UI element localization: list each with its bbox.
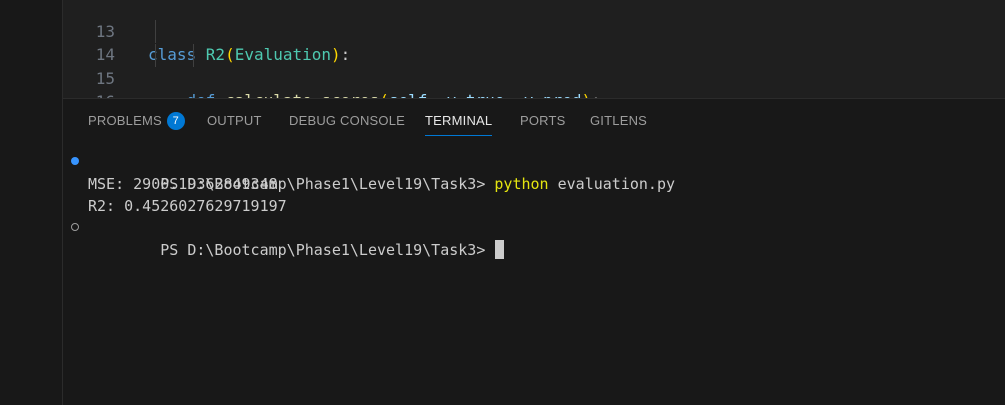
tab-debug-console-label: DEBUG CONSOLE: [289, 113, 406, 128]
problems-count-badge: 7: [166, 112, 185, 130]
code-token: ): [581, 91, 591, 98]
code-token: def: [187, 91, 226, 98]
code-line-14[interactable]: 14 def calculate_scores(self, y_true, y_…: [63, 20, 1005, 98]
tab-output[interactable]: OUTPUT: [207, 111, 262, 133]
terminal-line-command: PS D:\Bootcamp\Phase1\Level19\Task3> pyt…: [88, 151, 675, 193]
code-line-13[interactable]: 13 class R2(Evaluation):: [63, 0, 1005, 64]
code-line-16[interactable]: 16: [63, 67, 1005, 98]
code-token: (: [379, 91, 389, 98]
tab-problems[interactable]: PROBLEMS 7: [88, 111, 185, 133]
tab-terminal[interactable]: TERMINAL: [425, 111, 493, 136]
indent-guide: [155, 44, 156, 67]
code-line-15[interactable]: 15 return r2_score(y_true, y_pred): [63, 44, 1005, 88]
code-token: y_pred: [524, 91, 582, 98]
gutter-strip: [0, 0, 63, 405]
indent-guide: [155, 20, 156, 43]
bottom-panel: PROBLEMS 7 OUTPUT DEBUG CONSOLE TERMINAL …: [63, 98, 1005, 405]
tab-gitlens-label: GITLENS: [590, 113, 648, 128]
terminal-cursor: [495, 240, 505, 259]
code-token: ,: [427, 91, 446, 98]
tab-debug-console[interactable]: DEBUG CONSOLE: [289, 111, 405, 133]
code-token: :: [591, 91, 601, 98]
command-success-dot-icon[interactable]: [71, 157, 79, 165]
terminal-output-r2: R2: 0.4526027629719197: [88, 197, 287, 215]
terminal-view[interactable]: PS D:\Bootcamp\Phase1\Level19\Task3> pyt…: [63, 149, 1005, 399]
terminal-line-prompt[interactable]: PS D:\Bootcamp\Phase1\Level19\Task3>: [88, 217, 505, 259]
command-idle-dot-icon[interactable]: [71, 223, 79, 231]
tab-terminal-label: TERMINAL: [425, 113, 493, 128]
tab-gitlens[interactable]: GITLENS: [590, 111, 647, 133]
panel-tabs: PROBLEMS 7 OUTPUT DEBUG CONSOLE TERMINAL …: [63, 99, 1005, 141]
line-number: 16: [63, 90, 115, 98]
tab-output-label: OUTPUT: [207, 113, 262, 128]
terminal-command-program: python: [494, 175, 549, 193]
code-token: calculate_scores: [225, 91, 379, 98]
indent-guide: [193, 44, 194, 67]
tab-ports-label: PORTS: [520, 113, 566, 128]
code-editor[interactable]: 13 class R2(Evaluation): 14 def calculat…: [63, 0, 1005, 98]
code-token: ,: [504, 91, 523, 98]
code-text[interactable]: def calculate_scores(self, y_true, y_pre…: [148, 89, 601, 98]
tab-ports[interactable]: PORTS: [520, 111, 566, 133]
code-token: self: [389, 91, 428, 98]
terminal-command-args: evaluation.py: [548, 175, 676, 193]
vscode-window: 13 class R2(Evaluation): 14 def calculat…: [0, 0, 1005, 405]
terminal-output-mse: MSE: 2900.19362849348: [88, 175, 278, 193]
terminal-prompt: PS D:\Bootcamp\Phase1\Level19\Task3>: [160, 241, 495, 259]
code-token: y_true: [447, 91, 505, 98]
tab-problems-label: PROBLEMS: [88, 113, 162, 128]
